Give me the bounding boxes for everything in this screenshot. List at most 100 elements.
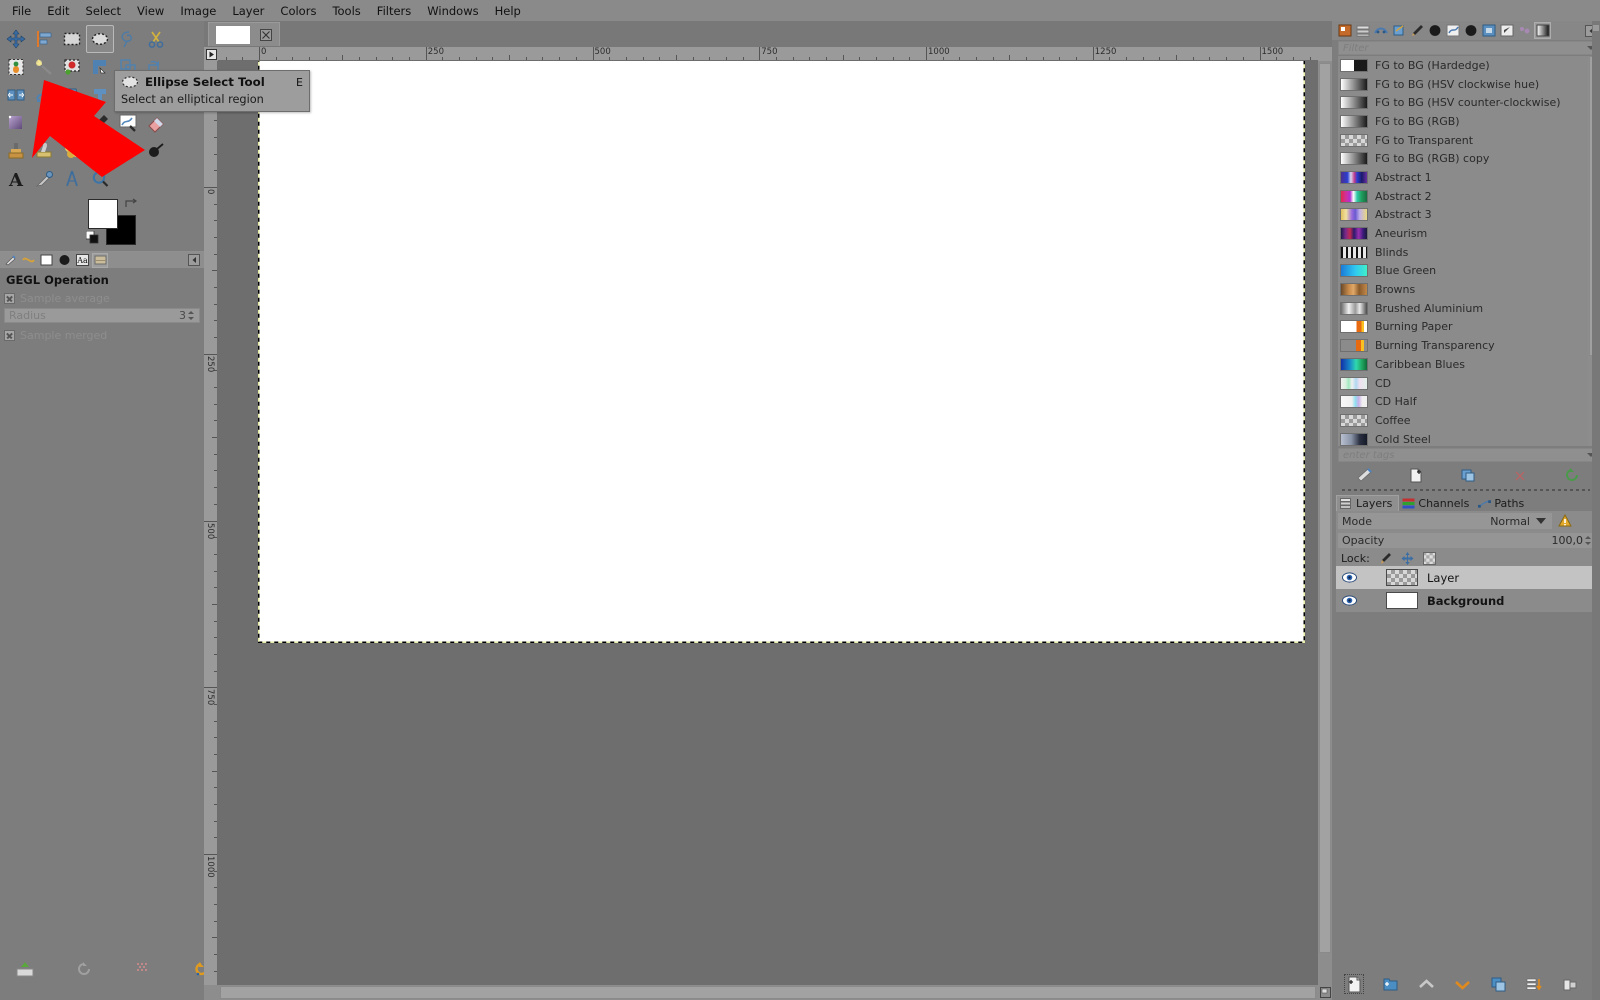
blend-tool[interactable] [2,109,30,137]
tab-paint-dynamics[interactable] [1426,22,1443,39]
gradient-list-item[interactable]: CD Half [1338,392,1598,411]
gradient-list-item[interactable]: FG to Transparent [1338,131,1598,150]
delete-layer-button[interactable] [1560,974,1580,994]
raise-layer-button[interactable] [1416,974,1436,994]
sample-merged-row[interactable]: Sample merged [4,327,200,343]
fg-bg-colors[interactable] [86,198,142,245]
swap-colors-icon[interactable] [124,198,138,210]
menu-view[interactable]: View [129,2,172,20]
smudge-tool[interactable] [58,137,86,165]
gradient-list-item[interactable]: Blue Green [1338,262,1598,281]
horizontal-scrollbar[interactable] [218,985,1318,1000]
gradient-list-item[interactable]: Abstract 1 [1338,168,1598,187]
flip-tool[interactable] [2,81,30,109]
layer-row[interactable]: Layer [1336,566,1598,589]
tab-undo-history[interactable] [1390,22,1407,39]
perspective-tool[interactable] [58,81,86,109]
undo-history-icon[interactable] [76,957,92,981]
layer-name[interactable]: Layer [1427,571,1459,585]
pencil-tool[interactable] [58,109,86,137]
gradient-list-item[interactable]: Cold Steel [1338,430,1598,446]
image-canvas[interactable] [258,61,1305,643]
handle-transform-tool[interactable] [86,81,114,109]
layer-name[interactable]: Background [1427,594,1504,608]
blur-sharpen-tool[interactable] [114,137,142,165]
dodge-burn-tool[interactable] [142,137,170,165]
gradient-list-item[interactable]: FG to BG (Hardedge) [1338,56,1598,75]
tab-paths[interactable]: Paths [1475,495,1530,511]
foreground-select-tool[interactable] [2,53,30,81]
gradient-list-item[interactable]: FG to BG (HSV clockwise hue) [1338,75,1598,94]
tab-layers[interactable]: Layers [1336,495,1400,511]
menu-colors[interactable]: Colors [272,2,324,20]
gradient-list-item[interactable]: FG to BG (HSV counter-clockwise) [1338,93,1598,112]
radius-slider[interactable]: Radius 3 [4,308,200,323]
close-icon[interactable] [259,28,273,42]
tab-channels[interactable]: Channels [1399,495,1475,511]
menu-help[interactable]: Help [487,2,529,20]
image-tab[interactable] [208,22,280,46]
gradient-list-item[interactable]: CD [1338,374,1598,393]
foreground-color-swatch[interactable] [88,199,118,229]
ruler-corner-button[interactable] [204,47,218,61]
image-icon[interactable] [16,957,34,981]
ellipse-select-tool[interactable] [86,25,114,53]
layer-visibility-icon[interactable] [1336,595,1362,606]
lock-alpha-icon[interactable] [1422,551,1436,565]
menu-select[interactable]: Select [78,2,129,20]
lock-pixels-icon[interactable] [1379,552,1392,565]
reset-colors-icon[interactable] [86,231,99,244]
tab-fonts[interactable] [1516,22,1533,39]
menu-file[interactable]: File [4,2,39,20]
new-layer-group-button[interactable] [1380,974,1400,994]
delete-gradient-button[interactable] [1511,466,1529,484]
tab-brushes[interactable] [1462,22,1479,39]
text-tool[interactable]: A [2,165,30,193]
layer-visibility-icon[interactable] [1336,572,1362,583]
edit-gradient-button[interactable] [1355,466,1373,484]
tab-histogram[interactable] [1354,22,1371,39]
vertical-ruler[interactable]: 025050075010001250 [204,61,218,985]
menu-filters[interactable]: Filters [369,2,419,20]
move-tool[interactable] [2,25,30,53]
tool-options-menu-icon[interactable] [188,254,200,266]
sample-merged-checkbox[interactable] [4,329,15,341]
rectangle-select-tool[interactable] [58,25,86,53]
gradient-tags-input[interactable]: enter tags [1338,448,1598,462]
bucket-fill-tool[interactable] [30,109,58,137]
gradient-list-item[interactable]: Abstract 2 [1338,187,1598,206]
tab-brushes[interactable] [56,253,72,268]
gradient-list-item[interactable]: Browns [1338,280,1598,299]
alignment-tool[interactable] [30,25,58,53]
tab-patterns[interactable] [92,252,108,268]
tab-device-status[interactable] [1444,22,1461,39]
tab-gradients[interactable] [1534,22,1551,39]
gradient-filter-input[interactable]: Filter [1338,41,1598,55]
gradient-list-item[interactable]: FG to BG (RGB) [1338,112,1598,131]
color-picker-tool[interactable] [30,165,58,193]
warp-transform-tool[interactable] [30,81,58,109]
anchor-layer-button[interactable] [1524,974,1544,994]
horizontal-ruler[interactable]: 02505007501000125015001750 [218,47,1318,61]
gradient-list-item[interactable]: Caribbean Blues [1338,355,1598,374]
gradient-list-item[interactable]: Blinds [1338,243,1598,262]
zoom-tool[interactable] [86,165,114,193]
menu-tools[interactable]: Tools [324,2,368,20]
dock-resize-handle[interactable] [1593,25,1599,31]
tab-fonts[interactable]: Aa [74,253,90,268]
gradient-list[interactable]: FG to BG (Hardedge) FG to BG (HSV clockwi… [1338,56,1598,446]
gradient-list-item[interactable]: Burning Paper [1338,318,1598,337]
gradient-list-item[interactable]: FG to BG (RGB) copy [1338,149,1598,168]
gradient-list-item[interactable]: Coffee [1338,411,1598,430]
layer-mode-extra-button[interactable] [1554,512,1576,530]
sample-average-row[interactable]: Sample average [4,290,200,306]
gradient-list-item[interactable]: Aneurism [1338,224,1598,243]
vertical-scrollbar[interactable] [1318,61,1332,985]
tab-pointer[interactable] [1372,22,1389,39]
opacity-slider[interactable]: Opacity 100,0 [1337,532,1597,549]
layer-row[interactable]: Background [1336,589,1598,612]
eraser-tool[interactable] [142,109,170,137]
fuzzy-select-tool[interactable] [30,53,58,81]
canvas-viewport[interactable] [218,61,1318,985]
lock-position-icon[interactable] [1401,551,1414,565]
